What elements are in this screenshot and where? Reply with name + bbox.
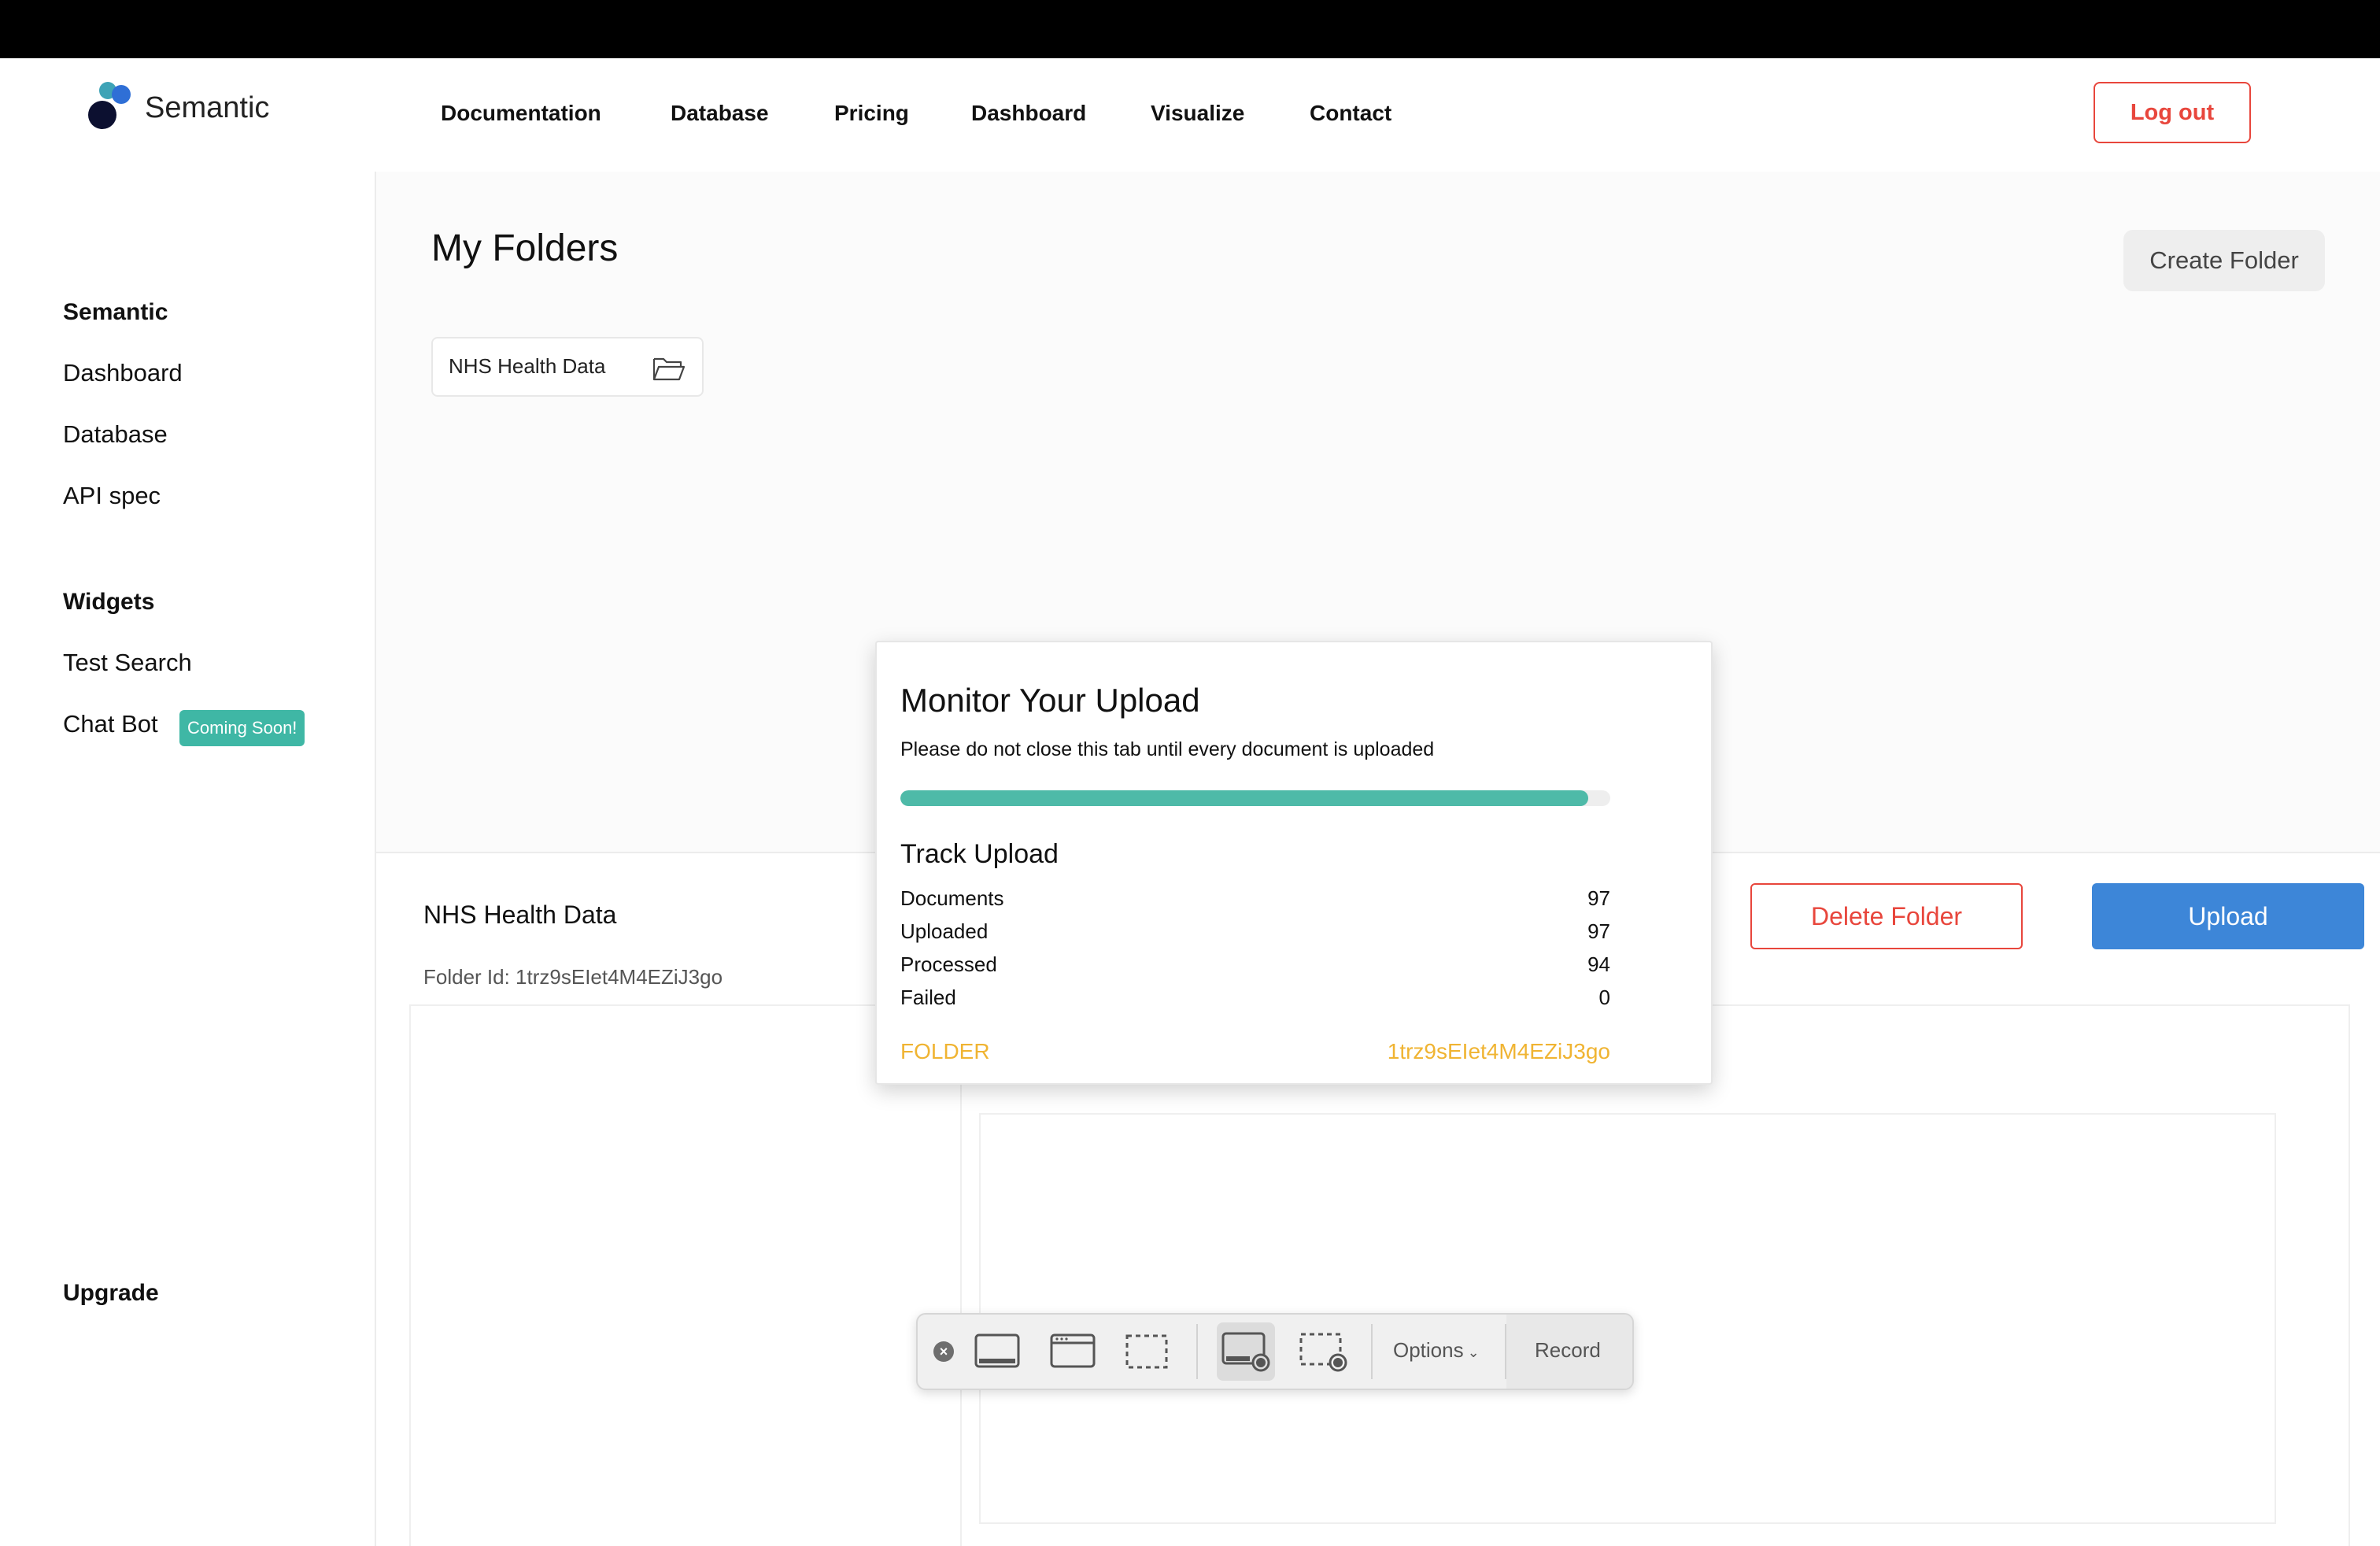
sidebar (0, 172, 376, 1546)
panel-divider (960, 1004, 962, 1546)
sidebar-upgrade[interactable]: Upgrade (63, 1280, 159, 1307)
toolbar-separator (1196, 1324, 1198, 1379)
delete-folder-button[interactable]: Delete Folder (1750, 883, 2023, 949)
record-button[interactable]: Record (1535, 1338, 1601, 1363)
toolbar-separator (1371, 1324, 1373, 1379)
row-processed-label: Processed (900, 952, 997, 976)
sidebar-item-test-search[interactable]: Test Search (63, 649, 192, 677)
modal-folder-id: 1trz9sEIet4M4EZiJ3go (1387, 1039, 1610, 1063)
nav-database[interactable]: Database (671, 101, 769, 126)
nav-dashboard[interactable]: Dashboard (971, 101, 1086, 126)
modal-folder-label: FOLDER (900, 1039, 990, 1063)
upload-progress-bar (900, 790, 1610, 806)
upload-progress-fill (900, 790, 1589, 806)
folder-open-icon (652, 354, 686, 383)
row-processed-value: 94 (1587, 952, 1610, 976)
sidebar-section-semantic: Semantic (63, 299, 168, 325)
sidebar-item-chat-bot[interactable]: Chat Bot (63, 710, 158, 738)
chevron-down-icon: ⌄ (1463, 1344, 1480, 1360)
capture-selection-icon[interactable] (1118, 1322, 1176, 1381)
coming-soon-badge: Coming Soon! (179, 710, 305, 746)
logout-button[interactable]: Log out (2094, 82, 2251, 143)
sidebar-item-api-spec[interactable]: API spec (63, 482, 161, 510)
sidebar-item-database[interactable]: Database (63, 420, 168, 449)
system-menu-bar (0, 0, 2380, 58)
row-uploaded-value: 97 (1587, 919, 1610, 943)
track-upload-title: Track Upload (900, 839, 1059, 869)
options-label: Options (1393, 1338, 1464, 1362)
sidebar-section-widgets: Widgets (63, 589, 155, 615)
upload-button[interactable]: Upload (2092, 883, 2364, 949)
selected-folder-name: NHS Health Data (423, 901, 617, 929)
brand-name[interactable]: Semantic (145, 91, 269, 125)
page-title: My Folders (431, 227, 619, 269)
record-selection-icon[interactable] (1294, 1322, 1352, 1381)
nav-documentation[interactable]: Documentation (441, 101, 601, 126)
close-icon[interactable]: × (933, 1341, 954, 1362)
row-uploaded-label: Uploaded (900, 919, 989, 943)
row-documents-value: 97 (1587, 886, 1610, 910)
toolbar-separator (1505, 1324, 1506, 1379)
capture-entire-screen-icon[interactable] (968, 1322, 1026, 1381)
nav-pricing[interactable]: Pricing (834, 101, 909, 126)
semantic-logo-icon[interactable] (85, 82, 135, 132)
selected-folder-id: Folder Id: 1trz9sEIet4M4EZiJ3go (423, 965, 723, 989)
row-documents-label: Documents (900, 886, 1004, 910)
modal-title: Monitor Your Upload (900, 682, 1200, 719)
modal-subtitle: Please do not close this tab until every… (900, 738, 1435, 760)
create-folder-button[interactable]: Create Folder (2123, 230, 2325, 291)
row-failed-value: 0 (1598, 986, 1610, 1009)
options-menu[interactable]: Options ⌄ (1393, 1338, 1480, 1363)
nav-visualize[interactable]: Visualize (1151, 101, 1244, 126)
row-failed-label: Failed (900, 986, 956, 1009)
capture-window-icon[interactable] (1044, 1322, 1102, 1381)
sidebar-item-dashboard[interactable]: Dashboard (63, 359, 183, 387)
nav-contact[interactable]: Contact (1310, 101, 1391, 126)
folder-card-name: NHS Health Data (449, 354, 606, 378)
record-entire-screen-icon[interactable] (1217, 1322, 1275, 1381)
